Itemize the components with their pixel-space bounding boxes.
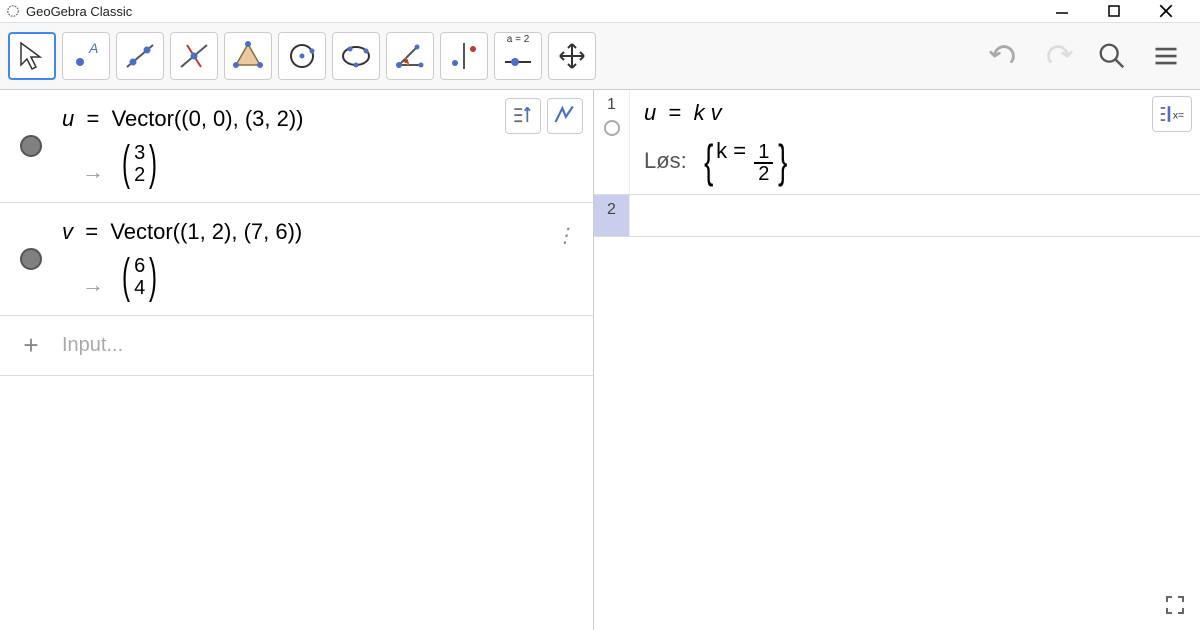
tool-perpendicular[interactable] [170,32,218,80]
var-name: u [62,106,74,131]
cas-view: x= 1 u = k v Løs: { k [594,90,1200,630]
vector-result: ( 6 4 ) [118,255,161,299]
window-close-button[interactable] [1158,3,1174,19]
cas-row-1[interactable]: 1 u = k v Løs: { k = 1 [594,90,1200,195]
cas-row-number: 1 [607,96,616,114]
row-more-icon[interactable]: ⋮ [555,223,575,248]
visibility-toggle-icon[interactable] [20,248,42,270]
algebra-input[interactable]: Input... [62,334,593,357]
app-title: GeoGebra Classic [26,4,132,19]
tool-line[interactable] [116,32,164,80]
var-name: v [62,219,73,244]
search-icon[interactable] [1096,40,1128,72]
tool-slider[interactable]: a = 2 [494,32,542,80]
vector-result: ( 3 2 ) [118,142,161,186]
result-arrow-icon: → [82,272,104,297]
slider-tool-label: a = 2 [507,34,530,45]
tool-ellipse[interactable] [332,32,380,80]
tool-angle[interactable] [386,32,434,80]
cas-substitute-button[interactable]: x= [1152,96,1192,132]
window-maximize-button[interactable] [1106,3,1122,19]
algebra-input-row[interactable]: + Input... [0,316,593,376]
cas-row-number: 2 [607,201,616,219]
tool-polygon[interactable] [224,32,272,80]
tool-pan[interactable] [548,32,596,80]
algebra-row-v[interactable]: ⋮ v = Vector((1, 2), (7, 6)) → ( 6 4 ) [0,203,593,316]
titlebar: GeoGebra Classic [0,0,1200,22]
expr-text: Vector((1, 2), (7, 6)) [110,219,302,244]
expr-text: Vector((0, 0), (3, 2)) [112,106,304,131]
svg-text:x=: x= [1173,110,1184,121]
tool-circle[interactable] [278,32,326,80]
visibility-toggle-icon[interactable] [20,135,42,157]
cas-row-marker-icon[interactable] [604,120,620,136]
menu-icon[interactable] [1150,40,1182,72]
tool-move[interactable] [8,32,56,80]
algebra-row-u[interactable]: u = Vector((0, 0), (3, 2)) → ( 3 2 ) [0,90,593,203]
toolbar: A a = 2 [0,22,1200,90]
window-minimize-button[interactable] [1054,3,1070,19]
svg-text:A: A [88,40,98,56]
result-arrow-icon: → [82,159,104,184]
main-area: u = Vector((0, 0), (3, 2)) → ( 3 2 ) [0,90,1200,630]
solution-content: k = 1 2 [716,138,775,184]
tool-point[interactable]: A [62,32,110,80]
redo-button[interactable] [1042,40,1074,72]
add-row-icon[interactable]: + [0,330,62,361]
solve-label: Løs: [644,148,687,174]
tool-reflection[interactable] [440,32,488,80]
fullscreen-icon[interactable] [1164,594,1186,616]
algebra-view: u = Vector((0, 0), (3, 2)) → ( 3 2 ) [0,90,594,630]
undo-button[interactable] [988,40,1020,72]
cas-row-2[interactable]: 2 [594,195,1200,237]
app-logo-icon [6,4,20,18]
